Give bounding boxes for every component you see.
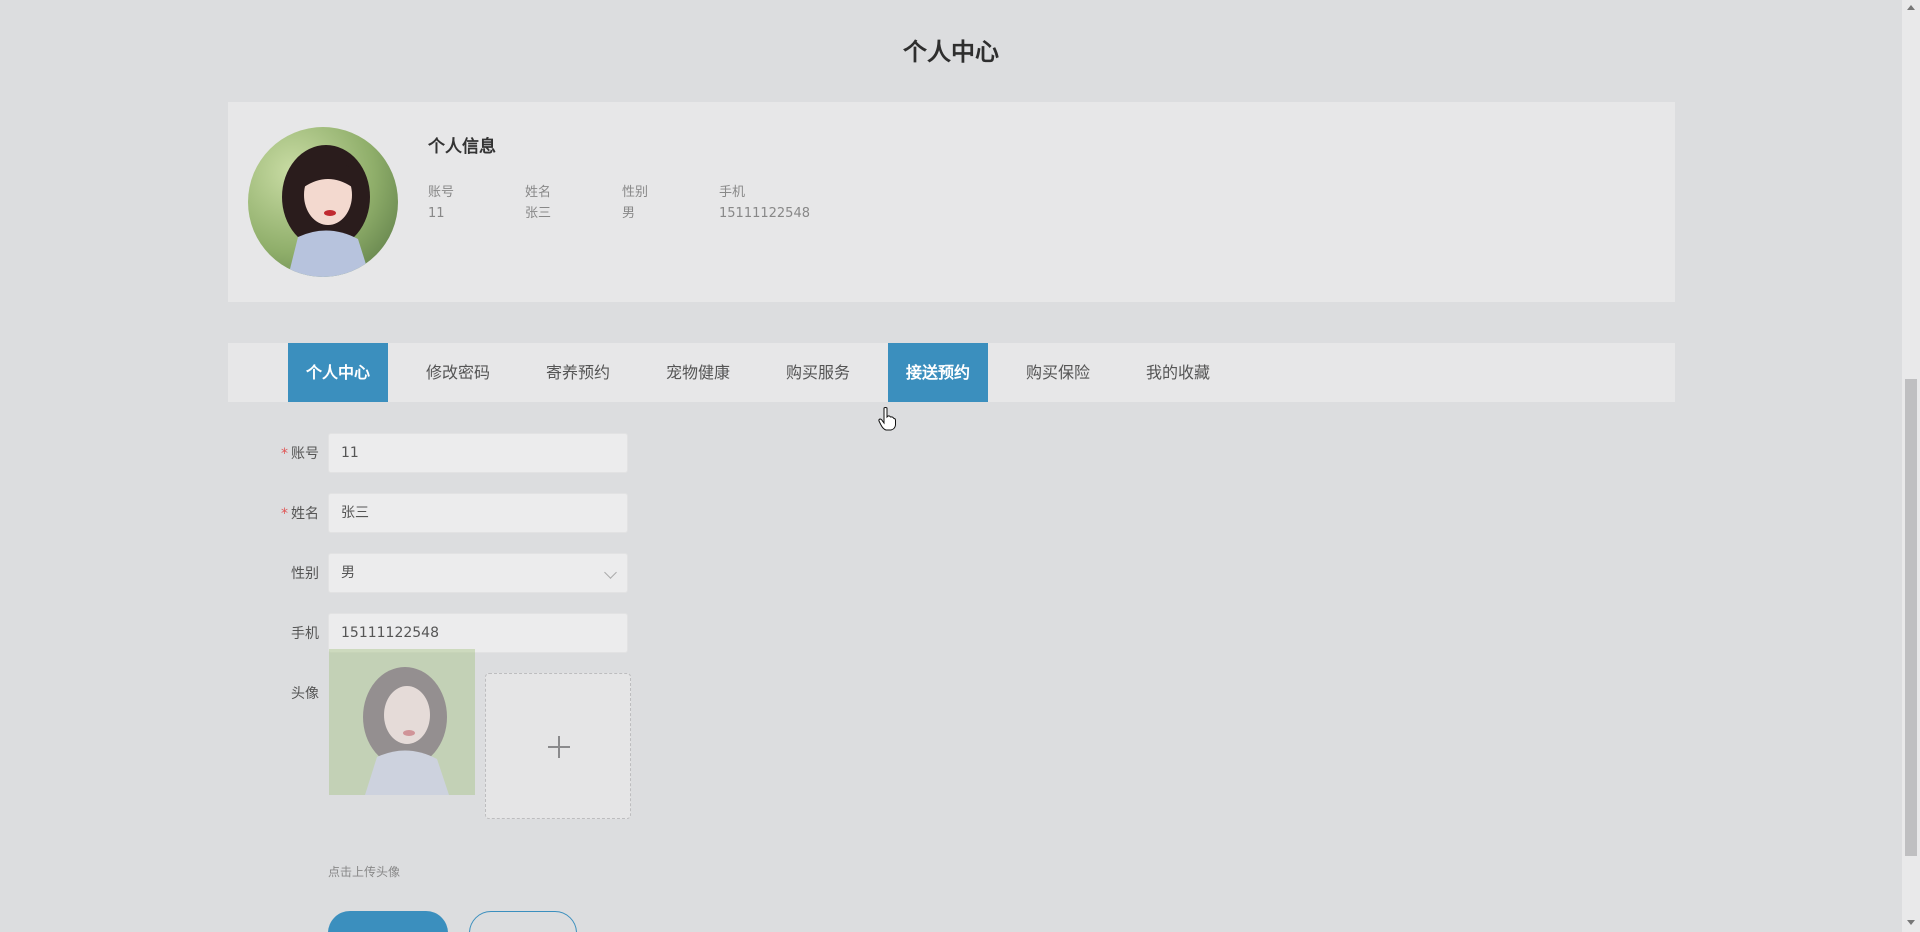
scroll-up-arrow-icon[interactable] (1907, 5, 1915, 10)
page-title: 个人中心 (903, 38, 999, 66)
scrollbar-thumb[interactable] (1905, 379, 1917, 856)
profile-field-name: 姓名 张三 (525, 183, 622, 224)
profile-field-account: 账号 11 (428, 183, 525, 224)
chevron-down-icon (604, 566, 617, 579)
page: 个人中心 个人信息 账号 11 姓名 张三 性别 男 手机 1511112254… (0, 0, 1920, 932)
profile-field-gender: 性别 男 (622, 183, 719, 224)
profile-field-label: 账号 (428, 185, 455, 200)
tab-pet-health[interactable]: 宠物健康 (648, 343, 748, 402)
tab-personal-center[interactable]: 个人中心 (288, 343, 388, 402)
profile-field-value: 男 (622, 206, 636, 221)
name-label-text: 姓名 (291, 506, 319, 522)
profile-info-title: 个人信息 (428, 137, 496, 157)
profile-field-phone: 手机 15111122548 (719, 183, 816, 224)
gender-label: 性别 (291, 566, 319, 582)
update-info-button[interactable] (328, 911, 448, 932)
hand-cursor-icon (878, 407, 896, 431)
profile-field-value: 15111122548 (719, 206, 810, 221)
tab-pickup-booking[interactable]: 接送预约 (888, 343, 988, 402)
tab-my-favorites[interactable]: 我的收藏 (1128, 343, 1228, 402)
gender-select[interactable]: 男 (328, 553, 628, 593)
logout-button[interactable] (469, 911, 577, 932)
profile-field-value: 张三 (525, 206, 552, 221)
profile-field-label: 姓名 (525, 185, 552, 200)
avatar-upload-button[interactable] (485, 673, 631, 819)
required-mark: * (281, 446, 288, 462)
phone-label: 手机 (291, 626, 319, 642)
avatar-preview-photo (329, 649, 475, 795)
required-mark: * (281, 506, 288, 522)
profile-field-label: 性别 (622, 185, 649, 200)
profile-info-fields: 账号 11 姓名 张三 性别 男 手机 15111122548 (428, 183, 816, 224)
tab-buy-insurance[interactable]: 购买保险 (1008, 343, 1108, 402)
plus-icon-vertical (558, 736, 560, 758)
profile-card: 个人信息 账号 11 姓名 张三 性别 男 手机 15111122548 (228, 102, 1675, 302)
profile-field-value: 11 (428, 206, 445, 221)
account-label-text: 账号 (291, 446, 319, 462)
phone-field[interactable]: 15111122548 (328, 613, 628, 653)
scrollbar[interactable] (1902, 0, 1920, 932)
scroll-down-arrow-icon[interactable] (1907, 920, 1915, 925)
tabs-bar: 个人中心 修改密码 寄养预约 宠物健康 购买服务 接送预约 购买保险 我的收藏 (228, 343, 1675, 402)
tab-change-password[interactable]: 修改密码 (408, 343, 508, 402)
profile-field-label: 手机 (719, 185, 746, 200)
name-label: * 姓名 (239, 503, 319, 523)
avatar-upload-tip: 点击上传头像 (328, 865, 401, 879)
gender-select-value: 男 (341, 565, 355, 581)
account-field[interactable]: 11 (328, 433, 628, 473)
avatar-photo (248, 127, 398, 277)
name-field[interactable]: 张三 (328, 493, 628, 533)
profile-avatar (248, 127, 398, 277)
avatar-label: 头像 (291, 686, 319, 702)
tab-buy-service[interactable]: 购买服务 (768, 343, 868, 402)
account-label: * 账号 (239, 443, 319, 463)
tab-boarding-booking[interactable]: 寄养预约 (528, 343, 628, 402)
avatar-preview-image[interactable] (329, 649, 475, 795)
